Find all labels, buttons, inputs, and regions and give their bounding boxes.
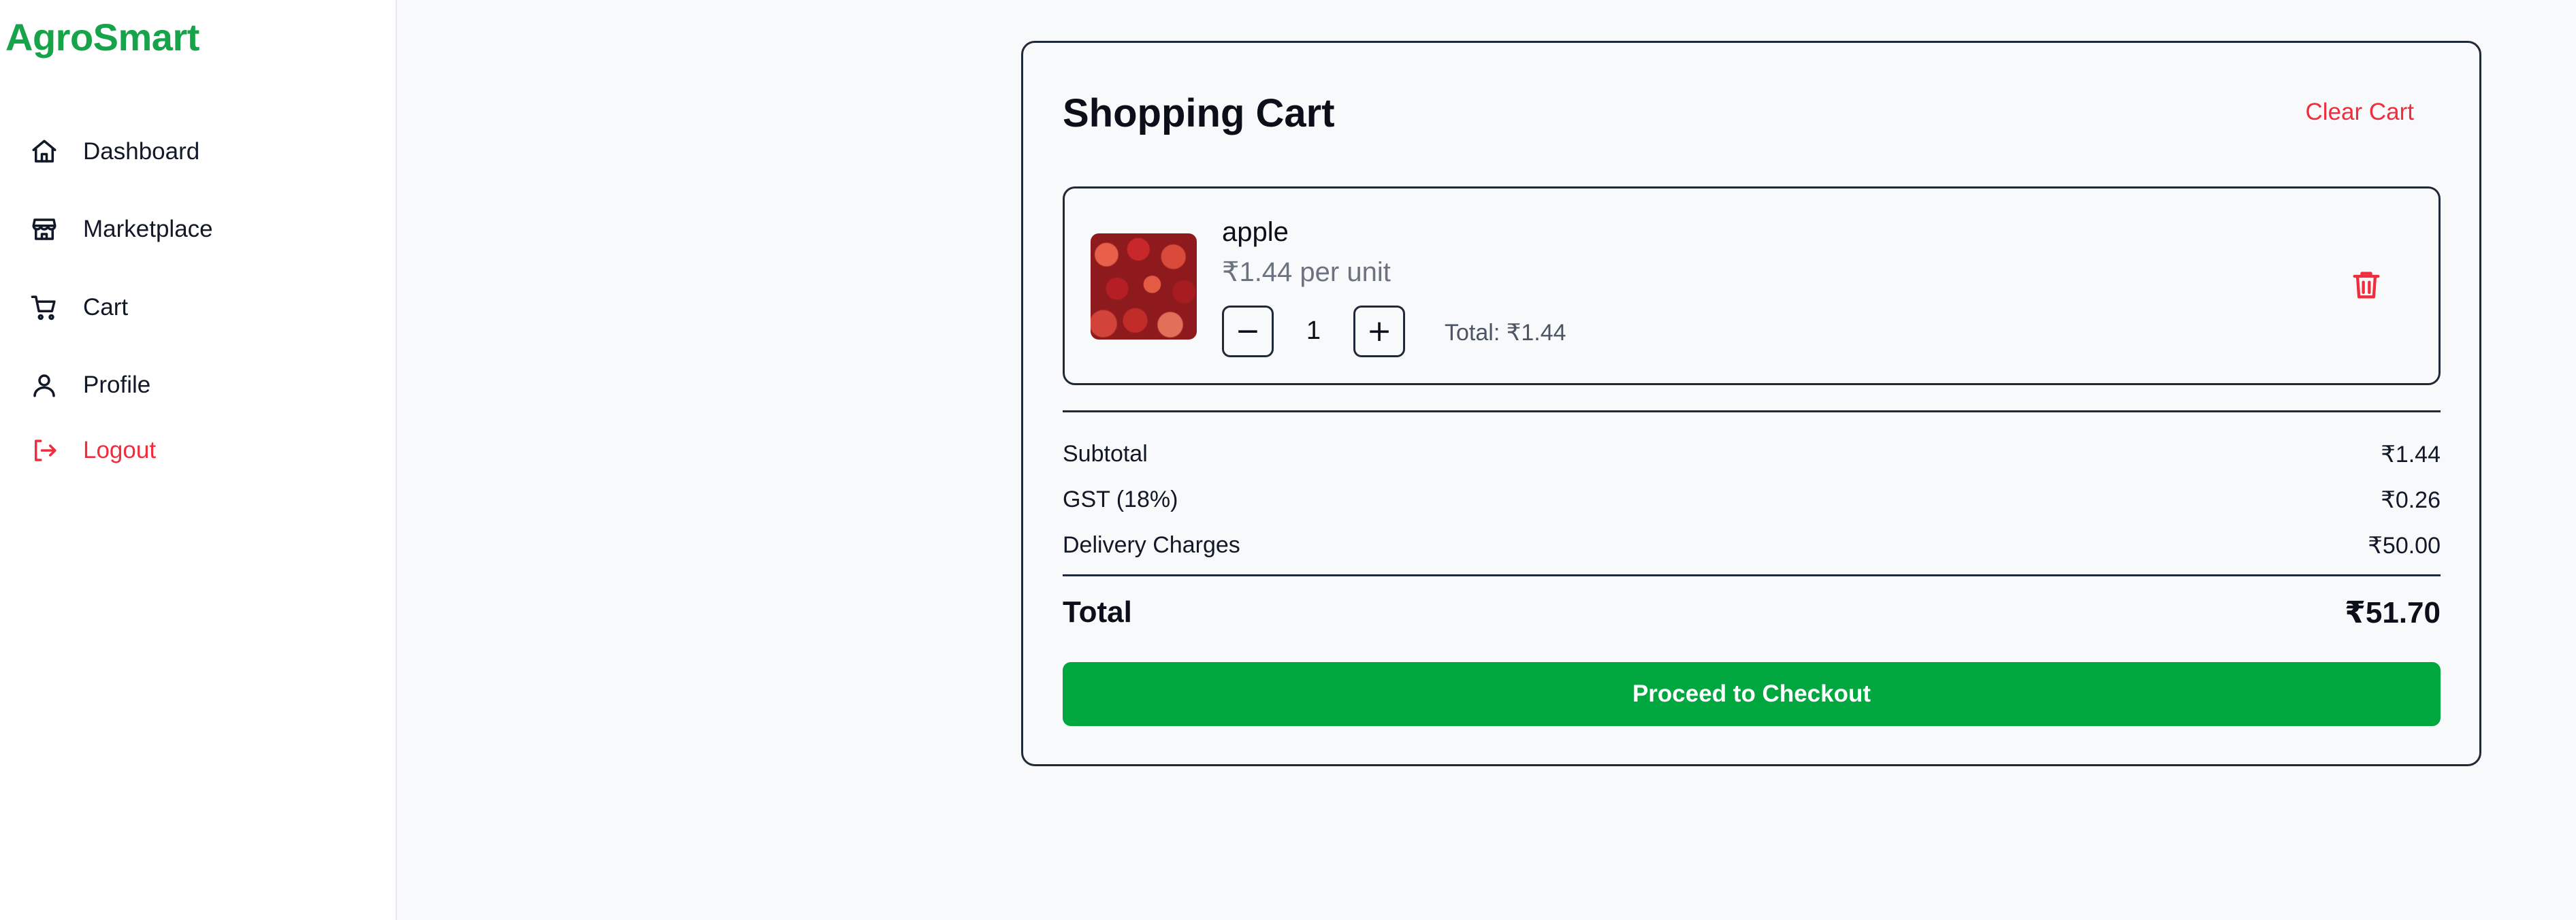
quantity-value: 1 <box>1306 316 1321 345</box>
home-icon <box>27 135 61 169</box>
item-total: Total: ₹1.44 <box>1445 320 1566 346</box>
brand-logo[interactable]: AgroSmart <box>5 15 199 59</box>
sidebar-item-label: Dashboard <box>83 138 200 165</box>
product-name: apple <box>1222 217 1289 247</box>
delivery-row: Delivery Charges ₹50.00 <box>1063 532 2441 559</box>
app-root: AgroSmart Dashboard Marketplace Cart Pro… <box>0 0 2576 920</box>
store-icon <box>27 212 61 246</box>
sidebar-item-logout[interactable]: Logout <box>27 423 368 478</box>
page-title: Shopping Cart <box>1063 91 1335 135</box>
sidebar: AgroSmart Dashboard Marketplace Cart Pro… <box>0 0 397 920</box>
sidebar-item-profile[interactable]: Profile <box>27 358 368 412</box>
sidebar-item-label: Cart <box>83 294 129 321</box>
sidebar-item-label: Profile <box>83 372 151 398</box>
trash-icon[interactable] <box>2349 267 2384 303</box>
user-icon <box>27 368 61 402</box>
divider <box>1063 574 2441 576</box>
total-label: Total <box>1063 595 1132 629</box>
delivery-label: Delivery Charges <box>1063 532 1240 558</box>
cart-icon <box>27 291 61 325</box>
sidebar-item-marketplace[interactable]: Marketplace <box>27 202 368 257</box>
divider <box>1063 410 2441 412</box>
subtotal-label: Subtotal <box>1063 441 1148 467</box>
sidebar-item-dashboard[interactable]: Dashboard <box>27 125 368 179</box>
total-value: ₹51.70 <box>2345 596 2441 629</box>
sidebar-item-label: Marketplace <box>83 216 213 242</box>
gst-label: GST (18%) <box>1063 487 1178 512</box>
cart-card: Shopping Cart Clear Cart apple ₹1.44 per… <box>1021 41 2481 766</box>
total-row: Total ₹51.70 <box>1063 595 2441 630</box>
delivery-value: ₹50.00 <box>2368 533 2441 559</box>
decrease-quantity-button[interactable]: − <box>1222 306 1274 357</box>
clear-cart-button[interactable]: Clear Cart <box>2306 99 2414 126</box>
logout-icon <box>27 433 61 467</box>
product-unit-price: ₹1.44 per unit <box>1222 257 1391 287</box>
sidebar-item-cart[interactable]: Cart <box>27 280 368 335</box>
sidebar-item-label: Logout <box>83 437 157 463</box>
subtotal-value: ₹1.44 <box>2381 442 2441 467</box>
gst-row: GST (18%) ₹0.26 <box>1063 487 2441 514</box>
product-image <box>1091 233 1197 340</box>
subtotal-row: Subtotal ₹1.44 <box>1063 441 2441 468</box>
increase-quantity-button[interactable]: + <box>1353 306 1405 357</box>
proceed-to-checkout-button[interactable]: Proceed to Checkout <box>1063 662 2441 726</box>
cart-item: apple ₹1.44 per unit − 1 + Total: ₹1.44 <box>1063 186 2441 385</box>
gst-value: ₹0.26 <box>2381 487 2441 513</box>
